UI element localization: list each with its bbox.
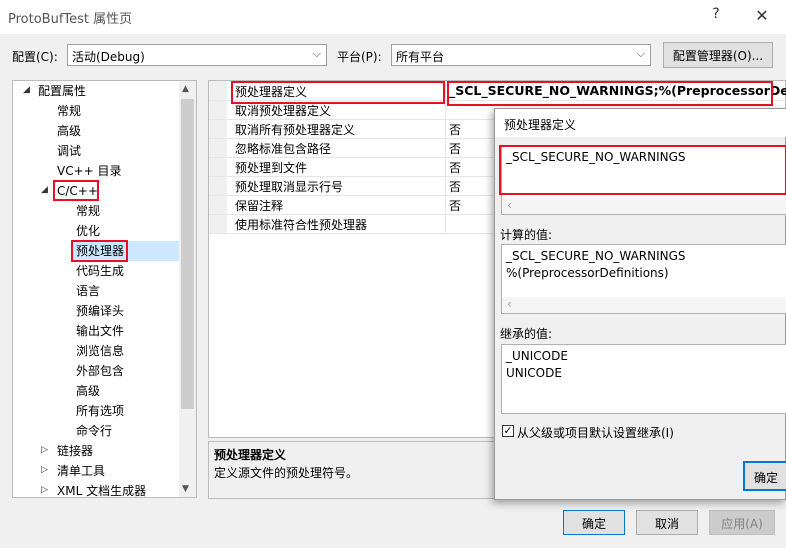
computed-label: 计算的值:: [500, 228, 553, 242]
tree-scrollbar[interactable]: ▲ ▼: [179, 81, 196, 497]
tree-item-debugging[interactable]: 调试: [57, 141, 81, 161]
tree-item-browse-info[interactable]: 浏览信息: [76, 341, 124, 361]
inherited-line: _UNICODE: [506, 349, 568, 363]
dialog-ok-label: 确定: [753, 471, 778, 485]
checkmark-icon: ✓: [503, 424, 513, 437]
expand-icon[interactable]: ▷: [41, 485, 48, 495]
help-button[interactable]: ?: [706, 6, 726, 22]
apply-label: 应用(A): [721, 517, 763, 531]
tree-item-cpp-advanced[interactable]: 高级: [76, 381, 100, 401]
tree-item-vc-directories[interactable]: VC++ 目录: [57, 161, 122, 181]
highlight-box: [71, 240, 128, 262]
description-panel: 预处理器定义 定义源文件的预处理符号。: [208, 441, 496, 499]
tree-item-optimization[interactable]: 优化: [76, 221, 100, 241]
dialog-title-bar: 预处理器定义: [495, 109, 786, 137]
row-value: 否: [449, 180, 462, 194]
highlight-box: [53, 180, 99, 201]
tree-item-advanced[interactable]: 高级: [57, 121, 81, 141]
collapse-icon[interactable]: ◢: [41, 185, 48, 195]
row-name: 保留注释: [235, 199, 284, 213]
row-name: 忽略标准包含路径: [235, 142, 332, 156]
tree-item-language[interactable]: 语言: [76, 281, 100, 301]
cancel-label: 取消: [654, 517, 679, 531]
tree-item-output-files[interactable]: 输出文件: [76, 321, 124, 341]
expand-icon[interactable]: ▷: [41, 465, 48, 475]
tree-item-general[interactable]: 常规: [57, 101, 81, 121]
tree-item-xml-doc-gen[interactable]: XML 文档生成器: [57, 481, 146, 497]
row-name: 预处理到文件: [235, 161, 308, 175]
tree-item-code-gen[interactable]: 代码生成: [76, 261, 124, 281]
dialog-ok-button[interactable]: 确定: [743, 461, 786, 491]
platform-dropdown[interactable]: 所有平台 ⌵: [391, 44, 651, 66]
platform-label: 平台(P):: [337, 50, 382, 64]
inherit-checkbox[interactable]: ✓: [502, 425, 514, 437]
config-label: 配置(C):: [12, 50, 58, 64]
expand-icon[interactable]: ▷: [41, 445, 48, 455]
row-value: 否: [449, 142, 462, 156]
platform-value: 所有平台: [396, 50, 445, 64]
collapse-icon[interactable]: ◢: [23, 85, 30, 95]
close-button[interactable]: ✕: [752, 6, 772, 25]
scroll-left-icon[interactable]: ‹: [507, 297, 512, 311]
scroll-down-icon[interactable]: ▼: [182, 484, 189, 494]
inherited-values-box: _UNICODE UNICODE: [501, 344, 786, 414]
config-value: 活动(Debug): [72, 50, 145, 64]
apply-button[interactable]: 应用(A): [709, 510, 775, 535]
chevron-down-icon: ⌵: [312, 47, 321, 60]
tree-item-manifest-tool[interactable]: 清单工具: [57, 461, 105, 481]
row-value: 否: [449, 199, 462, 213]
scroll-thumb[interactable]: [181, 99, 194, 409]
horizontal-scrollbar[interactable]: ‹: [502, 297, 786, 313]
row-name: 取消预处理器定义: [235, 104, 332, 118]
scroll-up-icon[interactable]: ▲: [182, 84, 189, 94]
window-title: ProtoBufTest 属性页: [8, 12, 133, 27]
preprocessor-definitions-dialog: 预处理器定义 _SCL_SECURE_NO_WARNINGS ‹ 计算的值: _…: [494, 108, 786, 500]
config-manager-label: 配置管理器(O)...: [672, 49, 764, 63]
description-text: 定义源文件的预处理符号。: [214, 466, 359, 480]
config-dropdown[interactable]: 活动(Debug) ⌵: [67, 44, 327, 66]
tree-item-external-includes[interactable]: 外部包含: [76, 361, 124, 381]
tree-item-all-options[interactable]: 所有选项: [76, 401, 124, 421]
inherited-label: 继承的值:: [500, 327, 553, 341]
description-title: 预处理器定义: [214, 448, 287, 462]
tree-item-command-line[interactable]: 命令行: [76, 421, 112, 441]
scroll-left-icon[interactable]: ‹: [507, 198, 512, 212]
horizontal-scrollbar[interactable]: ‹: [502, 198, 786, 214]
computed-line: %(PreprocessorDefinitions): [506, 266, 669, 280]
title-bar: ProtoBufTest 属性页 ? ✕: [0, 0, 786, 34]
highlight-box: [499, 145, 786, 195]
property-tree: ◢ 配置属性 常规 高级 调试 VC++ 目录 ◢ C/C++ 常规 优化 预处…: [12, 80, 197, 498]
highlight-box: [231, 81, 445, 104]
row-name: 取消所有预处理器定义: [235, 123, 356, 137]
chevron-down-icon: ⌵: [636, 47, 645, 60]
inherited-line: UNICODE: [506, 366, 562, 380]
ok-label: 确定: [581, 517, 606, 531]
computed-line: _SCL_SECURE_NO_WARNINGS: [506, 249, 686, 263]
config-manager-button[interactable]: 配置管理器(O)...: [663, 42, 773, 68]
tree-item-cpp-general[interactable]: 常规: [76, 201, 100, 221]
row-value: 否: [449, 161, 462, 175]
inherit-checkbox-label[interactable]: 从父级或项目默认设置继承(I): [517, 424, 674, 441]
row-value: 否: [449, 123, 462, 137]
tree-item-config-props[interactable]: 配置属性: [38, 81, 86, 101]
cancel-button[interactable]: 取消: [636, 510, 698, 535]
tree-item-linker[interactable]: 链接器: [57, 441, 93, 461]
highlight-box: [447, 81, 773, 106]
row-name: 预处理取消显示行号: [235, 180, 344, 194]
computed-values-box: _SCL_SECURE_NO_WARNINGS %(PreprocessorDe…: [501, 244, 786, 314]
row-name: 使用标准符合性预处理器: [235, 218, 368, 232]
ok-button[interactable]: 确定: [563, 510, 625, 535]
tree-item-precompiled-headers[interactable]: 预编译头: [76, 301, 124, 321]
dialog-title: 预处理器定义: [504, 118, 577, 132]
